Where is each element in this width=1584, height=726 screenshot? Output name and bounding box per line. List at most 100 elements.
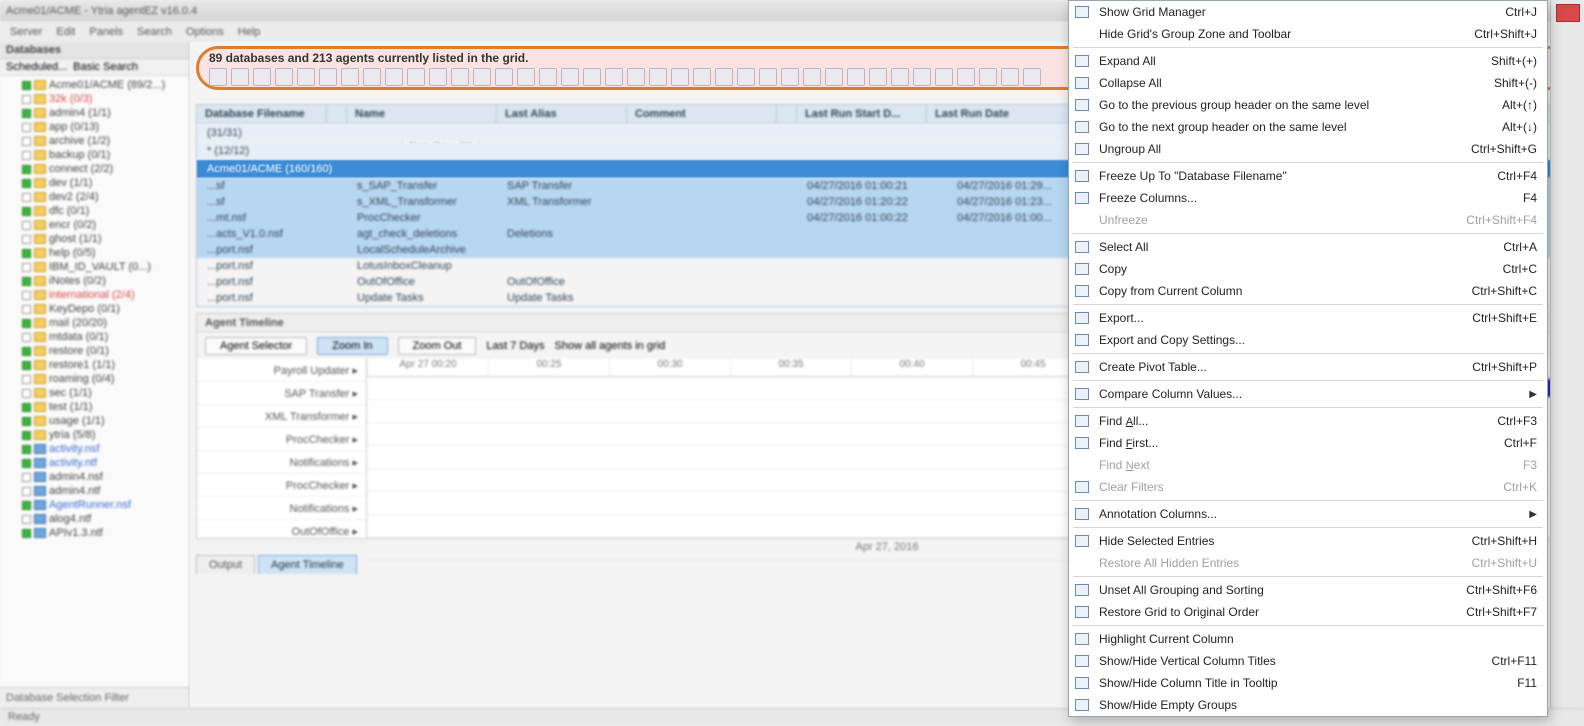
timeline-range[interactable]: Last 7 Days xyxy=(486,340,544,352)
tree-item[interactable]: sec (1/1) xyxy=(0,386,189,400)
toolbar-button[interactable] xyxy=(605,68,623,86)
menu-item[interactable]: Export...Ctrl+Shift+E xyxy=(1069,307,1547,329)
tree-item[interactable]: dfc (0/1) xyxy=(0,204,189,218)
menu-item[interactable]: Highlight Current Column xyxy=(1069,628,1547,650)
col-name[interactable]: Name xyxy=(347,105,497,123)
menu-item[interactable]: Show Grid ManagerCtrl+J xyxy=(1069,1,1547,23)
tree-item[interactable]: restore (0/1) xyxy=(0,344,189,358)
menu-item[interactable]: Go to the previous group header on the s… xyxy=(1069,94,1547,116)
menu-item[interactable]: Go to the next group header on the same … xyxy=(1069,116,1547,138)
toolbar-button[interactable] xyxy=(583,68,601,86)
tree-item[interactable]: activity.ntf xyxy=(0,456,189,470)
toolbar-button[interactable] xyxy=(407,68,425,86)
tree-item[interactable]: app (0/13) xyxy=(0,120,189,134)
tree-item[interactable]: dev2 (2/4) xyxy=(0,190,189,204)
tree-item[interactable]: dev (1/1) xyxy=(0,176,189,190)
menu-item[interactable]: Show/Hide Empty Groups xyxy=(1069,694,1547,716)
toolbar-button[interactable] xyxy=(737,68,755,86)
tab-output[interactable]: Output xyxy=(196,555,255,574)
menu-server[interactable]: Server xyxy=(10,26,42,38)
db-selection-filter[interactable]: Database Selection Filter xyxy=(0,687,189,708)
timeline-show-filter[interactable]: Show all agents in grid xyxy=(555,340,666,352)
menu-item[interactable]: Find All...Ctrl+F3 xyxy=(1069,410,1547,432)
tree-item[interactable]: ghost (1/1) xyxy=(0,232,189,246)
menu-item[interactable]: Unset All Grouping and SortingCtrl+Shift… xyxy=(1069,579,1547,601)
tree-item[interactable]: help (0/5) xyxy=(0,246,189,260)
menu-item[interactable]: Annotation Columns...▶ xyxy=(1069,503,1547,525)
toolbar-button[interactable] xyxy=(891,68,909,86)
tree-item[interactable]: connect (2/2) xyxy=(0,162,189,176)
grid-context-menu[interactable]: Show Grid ManagerCtrl+JHide Grid's Group… xyxy=(1068,0,1548,717)
toolbar-button[interactable] xyxy=(693,68,711,86)
menu-item[interactable]: Find First...Ctrl+F xyxy=(1069,432,1547,454)
menu-panels[interactable]: Panels xyxy=(89,26,123,38)
col-database-filename[interactable]: Database Filename xyxy=(197,105,327,123)
tree-item[interactable]: mail (20/20) xyxy=(0,316,189,330)
tree-item[interactable]: admin4.ntf xyxy=(0,484,189,498)
agent-selector-button[interactable]: Agent Selector xyxy=(205,337,307,355)
toolbar-button[interactable] xyxy=(649,68,667,86)
toolbar-button[interactable] xyxy=(935,68,953,86)
menu-item[interactable]: Hide Grid's Group Zone and ToolbarCtrl+S… xyxy=(1069,23,1547,45)
toolbar-button[interactable] xyxy=(1023,68,1041,86)
menu-item[interactable]: Create Pivot Table...Ctrl+Shift+P xyxy=(1069,356,1547,378)
toolbar-button[interactable] xyxy=(495,68,513,86)
toolbar-button[interactable] xyxy=(297,68,315,86)
menu-options[interactable]: Options xyxy=(186,26,224,38)
toolbar-button[interactable] xyxy=(913,68,931,86)
tree-item[interactable]: test (1/1) xyxy=(0,400,189,414)
tree-item[interactable]: KeyDepo (0/1) xyxy=(0,302,189,316)
toolbar-button[interactable] xyxy=(1001,68,1019,86)
menu-item[interactable]: Copy from Current ColumnCtrl+Shift+C xyxy=(1069,280,1547,302)
tree-item[interactable]: Acme01/ACME (89/2...) xyxy=(0,78,189,92)
tree-item[interactable]: roaming (0/4) xyxy=(0,372,189,386)
menu-item[interactable]: CopyCtrl+C xyxy=(1069,258,1547,280)
menu-item[interactable]: Collapse AllShift+(-) xyxy=(1069,72,1547,94)
toolbar-button[interactable] xyxy=(429,68,447,86)
tree-item[interactable]: iNotes (0/2) xyxy=(0,274,189,288)
tree-item[interactable]: restore1 (1/1) xyxy=(0,358,189,372)
toolbar-button[interactable] xyxy=(561,68,579,86)
toolbar-button[interactable] xyxy=(715,68,733,86)
tree-item[interactable]: IBM_ID_VAULT (0...) xyxy=(0,260,189,274)
col-last-alias[interactable]: Last Alias xyxy=(497,105,627,123)
tree-item[interactable]: admin4.nsf xyxy=(0,470,189,484)
toolbar-button[interactable] xyxy=(957,68,975,86)
tree-item[interactable]: ytria (5/8) xyxy=(0,428,189,442)
toolbar-button[interactable] xyxy=(363,68,381,86)
database-tree[interactable]: Acme01/ACME (89/2...)32k (0/3)admin4 (1/… xyxy=(0,76,189,687)
tree-item[interactable]: mtdata (0/1) xyxy=(0,330,189,344)
tree-item[interactable]: activity.nsf xyxy=(0,442,189,456)
menu-help[interactable]: Help xyxy=(238,26,261,38)
toolbar-button[interactable] xyxy=(319,68,337,86)
toolbar-button[interactable] xyxy=(385,68,403,86)
zoom-in-button[interactable]: Zoom In xyxy=(317,337,387,355)
tree-item[interactable]: archive (1/2) xyxy=(0,134,189,148)
menu-item[interactable]: Export and Copy Settings... xyxy=(1069,329,1547,351)
menu-item[interactable]: Freeze Columns...F4 xyxy=(1069,187,1547,209)
tree-item[interactable]: 32k (0/3) xyxy=(0,92,189,106)
menu-item[interactable]: Ungroup AllCtrl+Shift+G xyxy=(1069,138,1547,160)
zoom-out-button[interactable]: Zoom Out xyxy=(398,337,477,355)
toolbar-button[interactable] xyxy=(517,68,535,86)
toolbar-button[interactable] xyxy=(209,68,227,86)
tree-item[interactable]: admin4 (1/1) xyxy=(0,106,189,120)
toolbar-button[interactable] xyxy=(253,68,271,86)
menu-search[interactable]: Search xyxy=(137,26,172,38)
col-comment[interactable]: Comment xyxy=(627,105,777,123)
menu-item[interactable]: Show/Hide Vertical Column TitlesCtrl+F11 xyxy=(1069,650,1547,672)
toolbar-button[interactable] xyxy=(473,68,491,86)
menu-item[interactable]: Restore Grid to Original OrderCtrl+Shift… xyxy=(1069,601,1547,623)
menu-item[interactable]: Freeze Up To "Database Filename"Ctrl+F4 xyxy=(1069,165,1547,187)
col-last-run-start[interactable]: Last Run Start D... xyxy=(797,105,927,123)
close-icon[interactable] xyxy=(1556,4,1580,22)
tab-agent-timeline[interactable]: Agent Timeline xyxy=(258,555,357,574)
toolbar-button[interactable] xyxy=(539,68,557,86)
toolbar-button[interactable] xyxy=(781,68,799,86)
toolbar-button[interactable] xyxy=(627,68,645,86)
toolbar-button[interactable] xyxy=(759,68,777,86)
tree-item[interactable]: international (2/4) xyxy=(0,288,189,302)
toolbar-button[interactable] xyxy=(341,68,359,86)
tree-item[interactable]: APIv1.3.ntf xyxy=(0,526,189,540)
toolbar-button[interactable] xyxy=(231,68,249,86)
